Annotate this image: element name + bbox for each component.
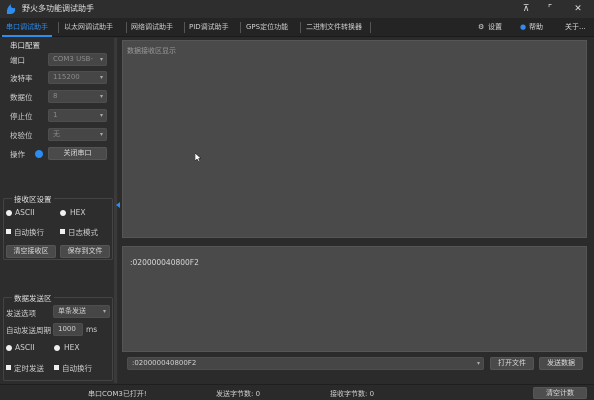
stopbits-label: 停止位 [10, 112, 33, 121]
auto-send-period-input[interactable]: 1000 [53, 323, 83, 336]
close-port-button[interactable]: 关闭串口 [48, 147, 107, 160]
recv-ascii-label: ASCII [15, 208, 35, 217]
log-mode-label: 日志模式 [68, 228, 98, 237]
send-ascii-label: ASCII [15, 343, 35, 352]
tab-divider [240, 22, 241, 33]
send-hex-label: HEX [64, 343, 80, 352]
status-bar: 串口COM3已打开! 发送字节数: 0 接收字节数: 0 清空计数 [0, 384, 594, 400]
pin-button[interactable]: ⊼ [519, 2, 533, 16]
parity-label: 校验位 [10, 131, 33, 140]
databits-label: 数据位 [10, 93, 33, 102]
save-to-file-button[interactable]: 保存到文件 [60, 245, 110, 258]
timed-send-checkbox[interactable] [6, 365, 11, 370]
tab-ethernet[interactable]: 以太网调试助手 [60, 18, 117, 37]
maximize-button[interactable]: ⌜ [543, 2, 557, 16]
settings-icon: ⚙ [478, 23, 485, 31]
log-mode-checkbox[interactable] [60, 229, 65, 234]
timed-send-label: 定时发送 [14, 364, 44, 373]
chevron-down-icon: ▾ [102, 308, 106, 315]
auto-wrap-checkbox[interactable] [6, 229, 11, 234]
tab-gps[interactable]: GPS定位功能 [242, 18, 292, 37]
send-content-area[interactable]: :020000040800F2 [122, 246, 587, 352]
send-input-value: :020000040800F2 [132, 359, 197, 367]
stopbits-value: 1 [53, 111, 58, 119]
settings-button[interactable]: 设置 [488, 18, 502, 37]
send-mode-select[interactable]: 单条发送 ▾ [53, 305, 110, 318]
period-unit-label: ms [86, 325, 98, 334]
send-mode-value: 单条发送 [58, 307, 86, 315]
chevron-down-icon: ▾ [99, 74, 103, 81]
help-icon: ● [520, 23, 527, 31]
title-bar: 野火多功能调试助手 ⊼ ⌜ ✕ [0, 0, 594, 18]
port-select[interactable]: COM3 USB- ▾ [48, 53, 107, 66]
port-label: 端口 [10, 56, 25, 65]
chevron-down-icon: ▾ [99, 93, 103, 100]
tab-bin-converter[interactable]: 二进制文件转换器 [302, 18, 366, 37]
chevron-down-icon: ▾ [99, 112, 103, 119]
received-bytes-count: 接收字节数: 0 [330, 390, 375, 398]
operation-label: 操作 [10, 150, 25, 159]
clear-count-button[interactable]: 清空计数 [533, 387, 587, 399]
parity-value: 无 [53, 130, 60, 138]
send-settings-title: 数据发送区 [12, 293, 54, 304]
send-auto-wrap-checkbox[interactable] [54, 365, 59, 370]
tab-divider [300, 22, 301, 33]
chevron-down-icon: ▾ [99, 131, 103, 138]
databits-value: 8 [53, 92, 58, 100]
parity-select[interactable]: 无 ▾ [48, 128, 107, 141]
recv-ascii-radio[interactable] [6, 210, 12, 216]
receive-placeholder: 数据接收区显示 [127, 47, 176, 55]
stopbits-select[interactable]: 1 ▾ [48, 109, 107, 122]
send-content-text: :020000040800F2 [130, 258, 199, 267]
splitter-handle[interactable] [116, 195, 121, 213]
tab-bar: 串口调试助手 以太网调试助手 网络调试助手 PID调试助手 GPS定位功能 二进… [0, 18, 594, 37]
receive-settings-title: 接收区设置 [12, 194, 54, 205]
help-button[interactable]: 帮助 [529, 18, 543, 37]
app-title: 野火多功能调试助手 [22, 4, 94, 13]
open-file-button[interactable]: 打开文件 [490, 357, 534, 370]
send-data-button[interactable]: 发送数据 [539, 357, 583, 370]
recv-hex-radio[interactable] [60, 210, 66, 216]
app-logo-icon [6, 4, 16, 14]
tab-serial[interactable]: 串口调试助手 [2, 18, 52, 37]
chevron-down-icon: ▾ [476, 360, 480, 367]
send-ascii-radio[interactable] [6, 345, 12, 351]
port-status-text: 串口COM3已打开! [88, 390, 147, 398]
about-button[interactable]: 关于... [565, 18, 586, 37]
mouse-cursor-icon [195, 153, 202, 163]
collapse-arrow-icon [116, 202, 120, 208]
close-button[interactable]: ✕ [571, 2, 585, 16]
send-mode-label: 发送选项 [6, 309, 36, 318]
auto-wrap-label: 自动换行 [14, 228, 44, 237]
recv-hex-label: HEX [70, 208, 86, 217]
baud-select[interactable]: 115200 ▾ [48, 71, 107, 84]
port-status-indicator-icon [35, 150, 43, 158]
auto-send-period-label: 自动发送周期 [6, 326, 51, 335]
chevron-down-icon: ▾ [99, 56, 103, 63]
baud-label: 波特率 [10, 74, 33, 83]
serial-config-title: 串口配置 [10, 41, 40, 50]
receive-area[interactable]: 数据接收区显示 [122, 40, 587, 238]
tab-divider [370, 22, 371, 33]
sent-bytes-count: 发送字节数: 0 [216, 390, 261, 398]
tab-pid[interactable]: PID调试助手 [185, 18, 233, 37]
send-auto-wrap-label: 自动换行 [62, 364, 92, 373]
databits-select[interactable]: 8 ▾ [48, 90, 107, 103]
port-value: COM3 USB- [53, 55, 94, 63]
tab-divider [58, 22, 59, 33]
baud-value: 115200 [53, 73, 80, 81]
send-hex-radio[interactable] [54, 345, 60, 351]
tab-network[interactable]: 网络调试助手 [127, 18, 177, 37]
clear-receive-button[interactable]: 清空接收区 [6, 245, 56, 258]
send-history-combo[interactable]: :020000040800F2 ▾ [127, 357, 484, 370]
